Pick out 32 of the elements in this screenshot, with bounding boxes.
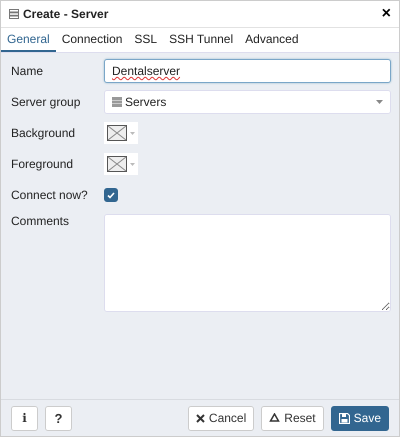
triangle-icon bbox=[269, 412, 280, 424]
field-label: Connect now? bbox=[11, 188, 89, 202]
server-icon bbox=[9, 9, 19, 19]
field-label: Comments bbox=[11, 214, 70, 228]
tab[interactable]: Connection bbox=[56, 28, 128, 52]
field-label: Name bbox=[11, 64, 44, 78]
info-button[interactable]: i bbox=[11, 406, 38, 430]
name-field[interactable]: Dentalserver bbox=[104, 59, 391, 83]
field-label: Foreground bbox=[11, 157, 74, 171]
checkbox[interactable] bbox=[104, 188, 118, 202]
reset-button[interactable]: Reset bbox=[261, 406, 324, 430]
color-picker[interactable] bbox=[104, 122, 138, 144]
server-group-select[interactable]: Servers bbox=[104, 90, 391, 114]
close-icon bbox=[196, 414, 205, 422]
server-icon bbox=[112, 97, 122, 107]
caret-icon bbox=[130, 132, 135, 134]
tab[interactable]: SSL bbox=[128, 28, 164, 52]
color-picker[interactable] bbox=[104, 153, 138, 175]
save-button[interactable]: Save bbox=[330, 406, 389, 430]
tab[interactable]: Advanced bbox=[239, 28, 305, 52]
caret-icon bbox=[130, 162, 135, 166]
window-title: Create - Server bbox=[23, 7, 108, 21]
caret-icon bbox=[376, 100, 383, 104]
tab[interactable]: SSH Tunnel bbox=[163, 28, 240, 52]
close-button[interactable]: × bbox=[382, 6, 391, 22]
help-button[interactable]: ? bbox=[45, 406, 72, 430]
checkmark-icon bbox=[107, 192, 115, 198]
field-label: Server group bbox=[11, 95, 82, 109]
cancel-button[interactable]: Cancel bbox=[188, 406, 254, 430]
comments-field[interactable] bbox=[104, 214, 391, 312]
field-label: Background bbox=[11, 126, 76, 140]
tab[interactable]: General bbox=[1, 28, 56, 52]
